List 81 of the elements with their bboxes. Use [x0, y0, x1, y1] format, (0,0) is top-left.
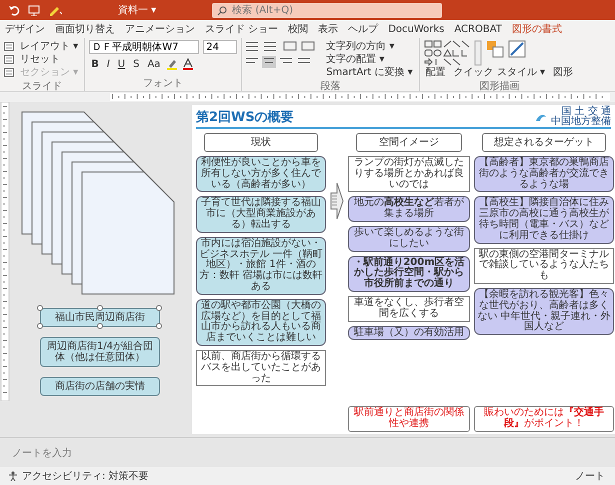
format-button[interactable]: I: [104, 58, 112, 71]
search-field[interactable]: 検索 (Alt+Q): [212, 2, 442, 18]
ribbon-button[interactable]: SmartArt に変換 ▾: [324, 66, 415, 79]
ribbon-tab[interactable]: 校閲: [283, 22, 314, 36]
ribbon-tab[interactable]: 画面切り替え: [50, 22, 120, 36]
ribbon-button[interactable]: 配置: [424, 66, 448, 79]
ribbon-tab[interactable]: DocuWorks: [383, 22, 450, 36]
resize-handle[interactable]: [97, 323, 103, 329]
column-header: 現状: [204, 133, 318, 152]
ribbon-tab[interactable]: ACROBAT: [449, 22, 507, 36]
resize-handle[interactable]: [156, 305, 162, 311]
document-title: 資料一 ▾: [118, 4, 156, 18]
callout-note: 以前、商店街から循環するバスを出していたことがあった: [196, 350, 326, 386]
text-shape[interactable]: 周辺商店街1/4が組合団体（他は任意団体）: [40, 337, 160, 367]
callout-note: ランプの街灯が点滅したりする場所とかあれば良いのでは: [348, 156, 470, 192]
text-box: ・駅前通り200m区を活かした歩行空間・駅から市役所前までの通り: [348, 256, 470, 292]
ribbon-tab[interactable]: デザイン: [0, 22, 50, 36]
text-box: 利便性が良いことから車を所有しない方が多く住んでいる（高齢者が多い）: [196, 156, 326, 192]
notes-button[interactable]: ノート: [573, 470, 607, 482]
conclusion-box: 駅前通りと商店街の関係性や連携: [348, 406, 470, 432]
format-button[interactable]: S: [131, 58, 142, 71]
list-icons[interactable]: [246, 40, 316, 52]
layout-icon: [4, 68, 14, 77]
highlighter-icon[interactable]: [166, 58, 178, 70]
resize-handle[interactable]: [37, 305, 43, 311]
format-button[interactable]: Aa: [145, 58, 162, 71]
notes-field[interactable]: ノートを入力: [12, 446, 137, 461]
slide-title: 第2回WSの概要: [196, 108, 294, 126]
accessibility-icon: [8, 471, 18, 481]
resize-handle[interactable]: [37, 323, 43, 329]
font-color-icon[interactable]: [182, 58, 194, 70]
ribbon-button[interactable]: リセット: [18, 53, 62, 66]
font-size-field[interactable]: 24: [203, 40, 238, 54]
ribbon-tab[interactable]: アニメーション: [120, 22, 200, 36]
organization-name: 国 土 交 通 中国地方整備: [551, 107, 611, 127]
layout-icon: [4, 42, 14, 51]
text-shape[interactable]: 商店街の店舗の実情: [40, 377, 160, 396]
callout-note: 車道をなくし、歩行者空間を広くする: [348, 296, 470, 322]
ribbon-tab[interactable]: スライド ショー: [200, 22, 284, 36]
text-box: 道の駅や都市公園（大橋の広場など）を目的として福山市から訪れる人もいる商店までいくことは難しい: [196, 298, 326, 346]
quick-style-icon[interactable]: [508, 40, 526, 58]
group-label: フォント: [142, 77, 184, 91]
text-shape[interactable]: 福山市民周辺商店街: [40, 308, 160, 327]
text-box: 地元の高校生など若者が集まる場所: [348, 196, 470, 222]
ribbon-button[interactable]: 文字列の方向 ▾: [324, 40, 415, 53]
group-label: 段落: [319, 80, 342, 94]
pen-icon[interactable]: [48, 4, 62, 16]
arrow-drawing: [330, 181, 344, 221]
font-name-field[interactable]: ＤＦ平成明朝体W7: [89, 40, 200, 54]
layout-icon: [4, 55, 14, 64]
arrange-icon[interactable]: [486, 40, 504, 58]
text-box: 駐車場（又）の有効活用: [348, 326, 470, 340]
resize-handle[interactable]: [97, 305, 103, 311]
format-button[interactable]: B: [89, 58, 101, 71]
presentation-icon[interactable]: [28, 4, 40, 16]
ribbon-button[interactable]: クイック スタイル ▾: [452, 66, 548, 79]
group-label: スライド: [21, 80, 64, 94]
shapes-gallery-icon[interactable]: [424, 40, 482, 66]
text-box: 【余暇を訪れる観光客】色々な世代がおり、高齢者は多くない 中年世代・親子連れ・外国人など: [474, 288, 614, 336]
ribbon-tab[interactable]: ヘルプ: [343, 22, 384, 36]
text-box: 【高校生】隣接自治体に住み三原市の高校に通う高校生が待ち時間（電車・バス）などに利用できる仕掛け: [474, 196, 614, 244]
ribbon-tab[interactable]: 図形の書式: [506, 22, 567, 36]
format-button[interactable]: U: [116, 58, 128, 71]
group-label: 図形描画: [478, 80, 520, 94]
conclusion-box: 賑わいのためには『交通手段』がポイント！: [474, 406, 614, 432]
ministry-logo-icon: [535, 112, 547, 122]
search-icon: [217, 6, 228, 16]
accessibility-status[interactable]: アクセシビリティ: 対策不要: [22, 468, 149, 484]
ribbon-tab[interactable]: 表示: [313, 22, 344, 36]
column-header: 想定されるターゲット: [482, 133, 606, 152]
ribbon-button[interactable]: 文字の配置 ▾: [324, 53, 415, 66]
column-header: 空間イメージ: [356, 133, 462, 152]
text-box: 【高齢者】東京都の巣鴨商店街のような高齢者が交流できるような場: [474, 156, 614, 192]
resize-handle[interactable]: [156, 323, 162, 329]
text-box: 市内には宿泊施設がない・ビジネスホテル 一件（鞆町地区）・旅館 1件・酒の方：数軒 宿場は市には数軒ある: [196, 236, 326, 295]
ribbon-button[interactable]: レイアウト ▾: [18, 40, 80, 53]
ribbon-button[interactable]: 図形: [551, 66, 576, 79]
text-box: 子育て世代は隣接する福山市に（大型商業施設がある）転出する: [196, 196, 326, 233]
callout-note: 駅の東側の空港間ターミナルで雑談しているような人たちも: [474, 248, 614, 284]
undo-icon[interactable]: [8, 4, 20, 16]
text-box: 歩いて楽しめるような街にしたい: [348, 226, 470, 252]
